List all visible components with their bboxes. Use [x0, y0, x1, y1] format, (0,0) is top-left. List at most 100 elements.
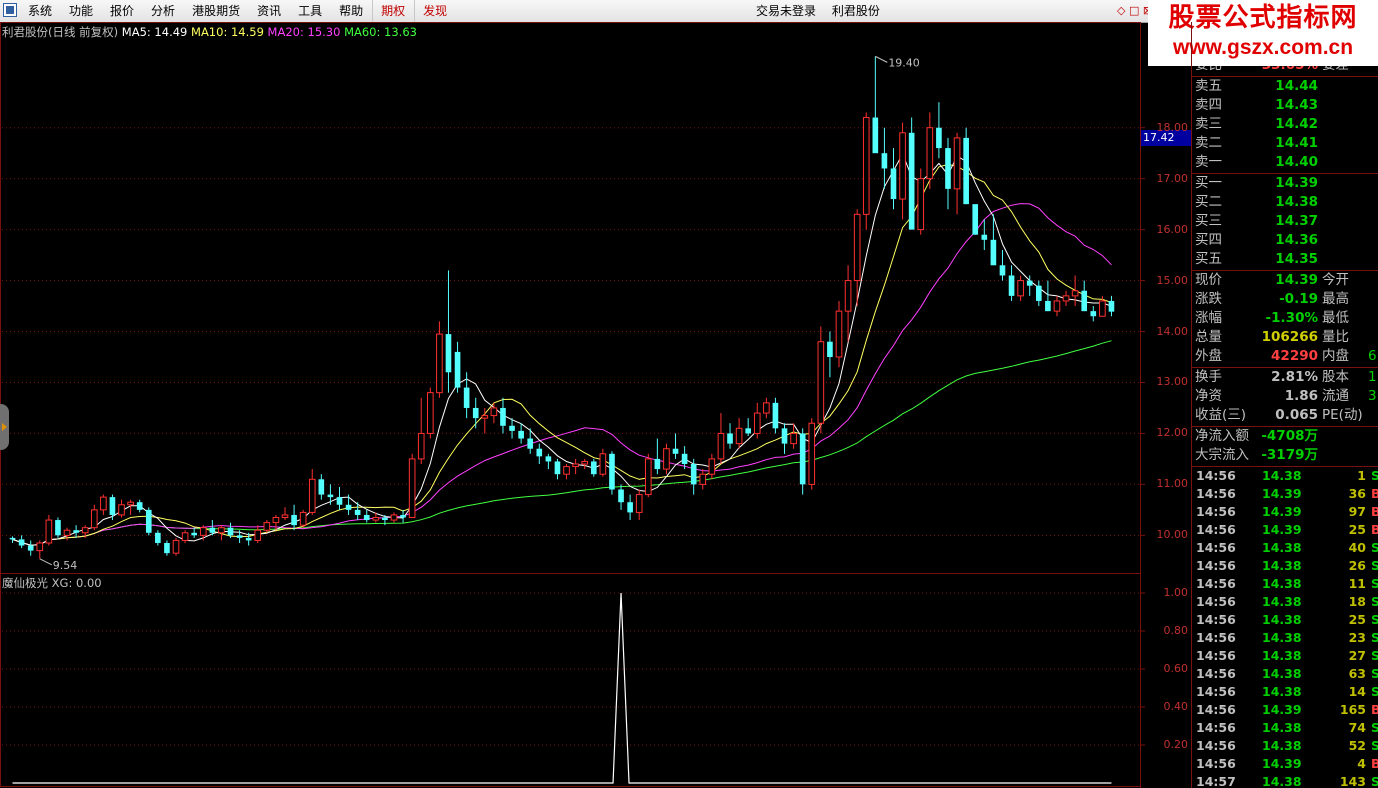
- indicator-tick-label: 0.20: [1163, 738, 1189, 751]
- flow-1[interactable]: 大宗流入 -3179万: [1192, 446, 1378, 465]
- ask-1[interactable]: 卖一 14.40: [1192, 153, 1378, 172]
- menu-item-2[interactable]: 报价: [102, 0, 143, 22]
- candle-body: [990, 239, 997, 266]
- y-tick-label: 10.00: [1156, 528, 1189, 542]
- tick-volume: 23: [1348, 630, 1366, 645]
- candle-body: [426, 392, 434, 434]
- bid-4[interactable]: 买四 14.36: [1192, 231, 1378, 250]
- bid-2[interactable]: 买二 14.38: [1192, 193, 1378, 212]
- tick-row: 14:56 14.38 1 S: [1192, 467, 1378, 485]
- candle-body: [408, 458, 416, 518]
- bid-1[interactable]: 买一 14.39: [1192, 174, 1378, 193]
- stat-2-value: -1.30%: [1265, 310, 1318, 326]
- menu-item-3[interactable]: 分析: [143, 0, 184, 22]
- menu-item-red-1[interactable]: 发现: [414, 0, 456, 22]
- ask-4[interactable]: 卖四 14.43: [1192, 96, 1378, 115]
- tick-time: 14:56: [1196, 630, 1236, 645]
- y-tick-label: 17.00: [1156, 171, 1189, 185]
- candle-body: [753, 412, 761, 434]
- tick-row: 14:56 14.38 40 S: [1192, 539, 1378, 557]
- tick-volume: 63: [1348, 666, 1366, 681]
- candle-body: [100, 496, 107, 511]
- stat-0-label2: 今开: [1322, 272, 1349, 288]
- tick-row: 14:56 14.39 25 B: [1192, 521, 1378, 539]
- bid-2-label: 买二: [1195, 194, 1222, 210]
- tick-time: 14:56: [1196, 666, 1236, 681]
- ask-2[interactable]: 卖二 14.41: [1192, 134, 1378, 153]
- flow-0[interactable]: 净流入额 -4708万: [1192, 427, 1378, 446]
- ask-3-value: 14.42: [1275, 116, 1318, 132]
- fundamental-2[interactable]: 收益(三) 0.065 PE(动): [1192, 406, 1378, 425]
- menu-item-red-0[interactable]: 期权: [372, 0, 414, 22]
- menu-item-0[interactable]: 系统: [20, 0, 61, 22]
- candle-body: [345, 504, 352, 510]
- candle-body: [454, 351, 461, 388]
- candle-body: [436, 333, 443, 394]
- tick-volume: 26: [1348, 558, 1366, 573]
- candle-body: [36, 542, 44, 552]
- candle-body: [27, 545, 34, 551]
- stat-1[interactable]: 涨跌 -0.19 最高: [1192, 290, 1378, 309]
- tick-volume: 74: [1348, 720, 1366, 735]
- stat-4-value2: 6: [1368, 348, 1377, 364]
- tick-flag: S: [1371, 612, 1378, 627]
- commission-ratio[interactable]: 委比 33.65% 委差: [1192, 66, 1378, 75]
- menu-item-7[interactable]: 帮助: [331, 0, 372, 22]
- app-logo-icon[interactable]: [3, 3, 17, 17]
- ask-5[interactable]: 卖五 14.44: [1192, 77, 1378, 96]
- expand-arrow-icon[interactable]: [0, 404, 9, 450]
- ma60-line: [12, 340, 1112, 546]
- stat-0[interactable]: 现价 14.39 今开: [1192, 271, 1378, 290]
- candle-body: [363, 514, 370, 521]
- candle-body: [318, 479, 325, 495]
- chart-title: 利君股份(日线 前复权): [2, 25, 119, 39]
- stat-4[interactable]: 外盘 42290 内盘 6: [1192, 347, 1378, 366]
- stat-2[interactable]: 涨幅 -1.30% 最低: [1192, 309, 1378, 328]
- candle-body: [545, 456, 552, 462]
- candle-body: [63, 529, 71, 536]
- window-buttons[interactable]: ◇ □ ⊠: [1117, 4, 1152, 17]
- menu-item-1[interactable]: 功能: [61, 0, 102, 22]
- candle-body: [191, 532, 197, 536]
- low-marker: [39, 558, 53, 566]
- stock-name: 利君股份: [831, 4, 880, 18]
- candle-body: [1045, 300, 1051, 312]
- tick-time: 14:56: [1196, 522, 1236, 537]
- stat-3[interactable]: 总量 106266 量比: [1192, 328, 1378, 347]
- tick-row: 14:56 14.38 23 S: [1192, 629, 1378, 647]
- candle-body: [999, 265, 1006, 276]
- y-tick-label: 12.00: [1156, 426, 1189, 440]
- bid-5[interactable]: 买五 14.35: [1192, 250, 1378, 269]
- fundamental-1[interactable]: 净资 1.86 流通 3: [1192, 387, 1378, 406]
- tick-row: 14:56 14.38 26 S: [1192, 557, 1378, 575]
- tick-price: 14.38: [1262, 630, 1302, 645]
- tick-volume: 165: [1339, 702, 1366, 717]
- menu-item-6[interactable]: 工具: [290, 0, 331, 22]
- candle-body: [518, 430, 524, 439]
- kline-chart[interactable]: 19.40 9.54: [0, 22, 1192, 788]
- tick-flag: S: [1371, 774, 1378, 788]
- low-label: 9.54: [53, 559, 77, 572]
- candle-body: [227, 527, 234, 536]
- bid-3[interactable]: 买三 14.37: [1192, 212, 1378, 231]
- bid-1-value: 14.39: [1275, 175, 1318, 191]
- y-tick-label: 11.00: [1156, 477, 1189, 491]
- fundamental-1-label: 净资: [1195, 388, 1222, 404]
- candle-body: [136, 502, 143, 510]
- candle-body: [827, 341, 833, 357]
- tick-price: 14.38: [1262, 540, 1302, 555]
- login-status[interactable]: 交易未登录: [756, 4, 816, 18]
- menu-item-5[interactable]: 资讯: [249, 0, 290, 22]
- ask-3[interactable]: 卖三 14.42: [1192, 115, 1378, 134]
- tick-time: 14:56: [1196, 738, 1236, 753]
- tick-flag: S: [1371, 738, 1378, 753]
- menu-item-4[interactable]: 港股期货: [184, 0, 249, 22]
- tick-volume: 1: [1357, 468, 1366, 483]
- fundamental-1-label2: 流通: [1322, 388, 1349, 404]
- candle-body: [963, 137, 969, 205]
- candle-body: [1053, 300, 1061, 312]
- stat-4-label2: 内盘: [1322, 348, 1349, 364]
- fundamental-0[interactable]: 换手 2.81% 股本 1: [1192, 368, 1378, 387]
- tick-volume: 52: [1348, 738, 1366, 753]
- tick-price: 14.38: [1262, 666, 1302, 681]
